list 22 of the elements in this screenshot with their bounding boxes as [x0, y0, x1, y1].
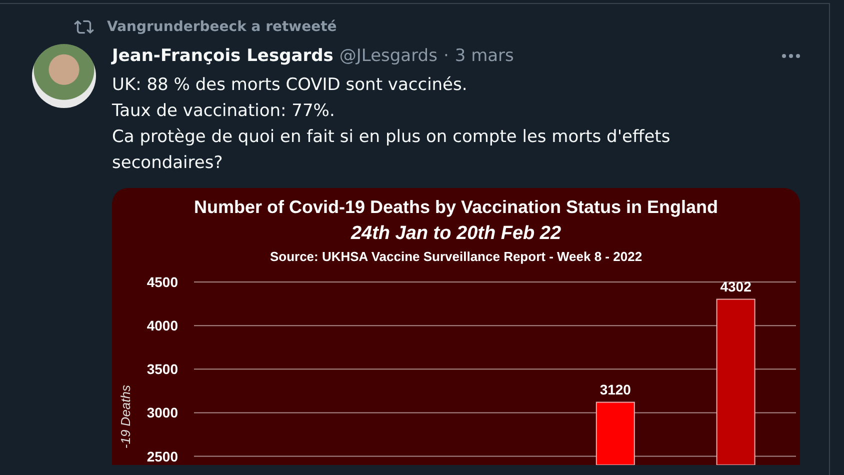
- retweet-icon: [74, 17, 94, 37]
- chart-source: Source: UKHSA Vaccine Surveillance Report - Week 8 - 2022: [270, 249, 642, 264]
- separator-dot: ·: [443, 46, 449, 66]
- tweet-date[interactable]: 3 mars: [454, 46, 514, 66]
- y-tick-label: 2500: [146, 448, 178, 464]
- y-tick-label: 4000: [146, 318, 178, 334]
- author-name[interactable]: Jean-François Lesgards: [112, 46, 334, 66]
- chart-title: Number of Covid-19 Deaths by Vaccination Status in England: [194, 197, 718, 217]
- author-handle[interactable]: @JLesgards: [339, 46, 438, 66]
- tweet-text-line: Taux de vaccination: 77%.: [112, 100, 336, 123]
- y-tick-label: 3500: [146, 361, 178, 378]
- chart-subtitle: 24th Jan to 20th Feb 22: [350, 223, 562, 244]
- y-tick-label: 4500: [146, 274, 178, 290]
- chart-image[interactable]: Number of Covid-19 Deaths by Vaccination Status in England 24th Jan to 20th Feb 22 Source: UKHSA Vaccine Surveillance Report - Week 8 - 2022 2500 3000 3500 4000 4500 -19 Deaths 3120 4302: [112, 188, 800, 465]
- retweet-label[interactable]: Vangrunderbeeck a retweeté: [107, 19, 337, 35]
- tweet-text-line: UK: 88 % des morts COVID sont vaccinés.: [112, 74, 468, 97]
- more-options-icon[interactable]: [781, 53, 801, 59]
- bar-value-label: 3120: [600, 381, 631, 398]
- y-axis-title: -19 Deaths: [118, 385, 133, 449]
- tweet-text-line: Ca protège de quoi en fait si en plus on compte les morts d'effets secondaires?: [112, 126, 672, 175]
- bar-value-label: 4302: [720, 278, 752, 294]
- y-tick-label: 3000: [146, 404, 178, 421]
